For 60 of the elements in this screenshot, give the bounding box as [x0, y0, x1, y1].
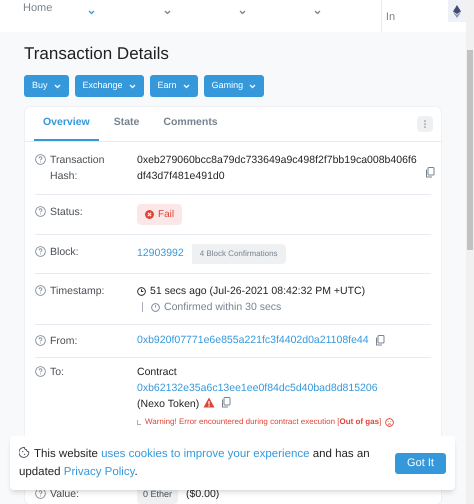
sad-face-icon — [385, 418, 394, 426]
address-link[interactable]: 0xb920f07771e6e855a221fc3f4402d0a21108fe44 — [137, 333, 369, 349]
status-badge: Fail — [137, 204, 182, 225]
help-icon — [35, 154, 46, 165]
help-icon — [35, 366, 46, 377]
chevron-icon — [128, 84, 136, 88]
help-icon — [35, 285, 46, 296]
tree-line-icon — [137, 420, 141, 424]
cookie-message: This website uses cookies to improve your experience and has an updated Privacy Policy. — [19, 446, 371, 480]
usd-value: ($0.00) — [186, 486, 220, 502]
field-label: From: — [50, 334, 78, 349]
dropdown-button[interactable]: Buy — [24, 75, 69, 97]
clock-icon — [137, 286, 146, 296]
warning-text: Warning! Error encountered during contract execution [Out of gas] — [145, 416, 382, 428]
tab[interactable]: State — [104, 107, 148, 141]
chevron-icon — [54, 84, 61, 88]
confirmation-note: Confirmed within 30 secs — [164, 300, 282, 315]
field-label: To: — [50, 365, 64, 380]
copy-icon[interactable] — [425, 167, 435, 178]
dropdown-button[interactable]: Gaming — [204, 75, 264, 97]
help-icon — [35, 246, 46, 257]
got-it-button[interactable]: Got It — [395, 452, 446, 474]
help-icon — [35, 206, 46, 217]
contract-label: Contract — [137, 365, 178, 380]
tab[interactable]: Comments — [154, 107, 227, 141]
error-icon — [145, 210, 154, 219]
dropdown-button[interactable]: Earn — [150, 75, 198, 97]
chevron-icon — [314, 10, 321, 15]
warning-icon — [203, 397, 216, 408]
block-link[interactable]: 12903992 — [137, 246, 184, 262]
nav-link[interactable]: In — [386, 9, 396, 26]
field-label: Transaction Hash: — [50, 153, 106, 184]
cookies-link[interactable]: uses cookies to improve your experience — [101, 448, 310, 460]
privacy-policy-link[interactable]: Privacy Policy — [64, 466, 134, 478]
confirmations-badge: 4 Block Confirmations — [192, 244, 286, 264]
help-icon — [35, 335, 46, 346]
contract-link[interactable]: 0xb62132e35a6c13ee1ee0f84dc5d40bad8d815206 — [137, 382, 378, 394]
copy-icon[interactable] — [221, 397, 232, 408]
cookie-icon — [19, 447, 30, 458]
field-label: Block: — [50, 245, 79, 260]
chevron-icon — [164, 10, 170, 15]
field-label: Timestamp: — [50, 284, 104, 299]
field-label: Status: — [50, 205, 83, 220]
help-icon — [35, 488, 46, 499]
chevron-icon — [182, 84, 190, 88]
timestamp-text: 51 secs ago (Jul-26-2021 08:42:32 PM +UTC) — [150, 284, 366, 299]
tab[interactable]: Overview — [34, 107, 99, 141]
field-label: Value: — [50, 487, 79, 502]
page-title: Transaction Details — [24, 43, 170, 65]
copy-icon[interactable] — [374, 335, 385, 346]
chevron-icon — [249, 84, 256, 88]
dropdown-button[interactable]: Exchange — [74, 75, 144, 97]
chevron-icon — [238, 10, 246, 15]
transaction-hash: 0xeb279060bcc8a79dc733649a9c498f2f7bb19ca008b406f6df43d7f481e491d0 — [137, 153, 418, 184]
token-name: (Nexo Token) — [137, 397, 200, 412]
nav-link[interactable]: Home — [23, 0, 52, 16]
chevron-icon — [88, 10, 96, 15]
separator-icon — [142, 302, 143, 312]
ethereum-logo[interactable] — [448, 0, 466, 22]
timer-icon — [151, 302, 160, 312]
